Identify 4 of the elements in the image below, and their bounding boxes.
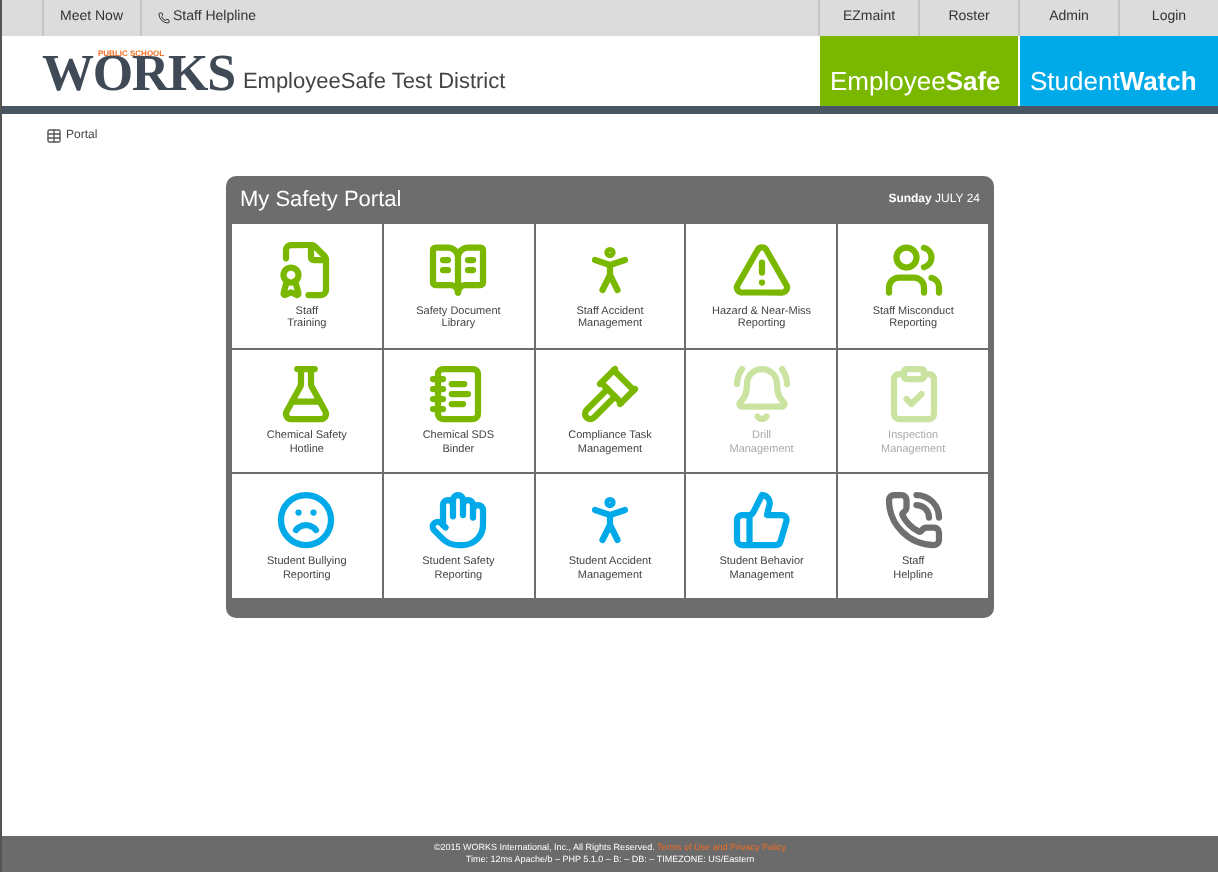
grid-icon [46,128,62,144]
portal-title: My Safety Portal [240,185,402,216]
phone-icon [157,12,170,24]
district-name: EmployeeSafe Test District [242,67,506,97]
